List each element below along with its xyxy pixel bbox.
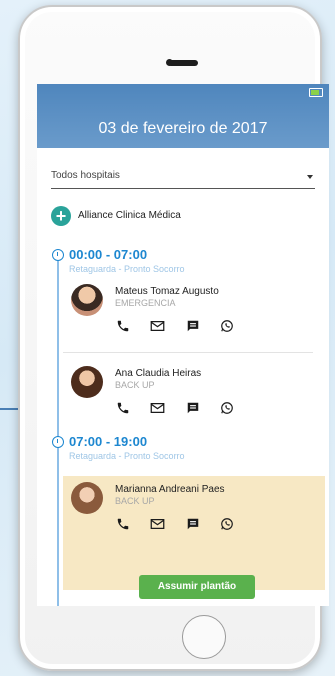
hospital-name: Alliance Clinica Médica: [78, 210, 181, 221]
contact-icons: [115, 318, 255, 334]
shift-subtitle: Retaguarda - Pronto Socorro: [69, 264, 185, 274]
hospital-plus-icon[interactable]: +: [51, 206, 71, 226]
chat-icon[interactable]: [185, 400, 201, 416]
avatar: [71, 366, 103, 398]
assume-shift-button[interactable]: Assumir plantão: [139, 575, 255, 599]
doctor-name: Ana Claudia Heiras: [115, 368, 202, 379]
app-screen: 03 de fevereiro de 2017 Todos hospitais …: [37, 84, 329, 606]
contact-icons: [115, 400, 255, 416]
mail-icon[interactable]: [149, 516, 165, 532]
doctor-card: Mateus Tomaz Augusto EMERGENCIA: [63, 278, 325, 350]
whatsapp-icon[interactable]: [219, 516, 235, 532]
doctor-role: BACK UP: [115, 496, 155, 506]
mail-icon[interactable]: [149, 318, 165, 334]
shift-time: 00:00 - 07:00: [69, 247, 148, 262]
contact-icons: [115, 516, 255, 532]
doctor-name: Marianna Andreani Paes: [115, 484, 225, 495]
doctor-name: Mateus Tomaz Augusto: [115, 286, 219, 297]
date-title: 03 de fevereiro de 2017: [98, 120, 268, 137]
shift-subtitle: Retaguarda - Pronto Socorro: [69, 451, 185, 461]
mail-icon[interactable]: [149, 400, 165, 416]
shift-time: 07:00 - 19:00: [69, 434, 148, 449]
phone-icon[interactable]: [115, 318, 131, 334]
clock-icon: [52, 436, 64, 448]
avatar: [71, 284, 103, 316]
chat-icon[interactable]: [185, 318, 201, 334]
speaker-grille: [168, 60, 198, 66]
doctor-card: Ana Claudia Heiras BACK UP: [63, 360, 325, 422]
timeline-line: [57, 254, 59, 606]
whatsapp-icon[interactable]: [219, 400, 235, 416]
doctor-role: BACK UP: [115, 380, 155, 390]
filter-selected-value: Todos hospitais: [51, 170, 120, 181]
date-header: 03 de fevereiro de 2017: [37, 84, 329, 148]
whatsapp-icon[interactable]: [219, 318, 235, 334]
doctor-role: EMERGENCIA: [115, 298, 176, 308]
home-button[interactable]: [182, 615, 226, 659]
hospital-filter-select[interactable]: Todos hospitais: [51, 170, 315, 189]
avatar: [71, 482, 103, 514]
doctor-card-highlighted: Marianna Andreani Paes BACK UP Assumir p…: [63, 476, 325, 599]
clock-icon: [52, 249, 64, 261]
phone-icon[interactable]: [115, 400, 131, 416]
card-divider: [63, 352, 313, 353]
phone-icon[interactable]: [115, 516, 131, 532]
chat-icon[interactable]: [185, 516, 201, 532]
battery-icon: [309, 88, 323, 97]
dropdown-arrow-icon: [307, 175, 313, 179]
